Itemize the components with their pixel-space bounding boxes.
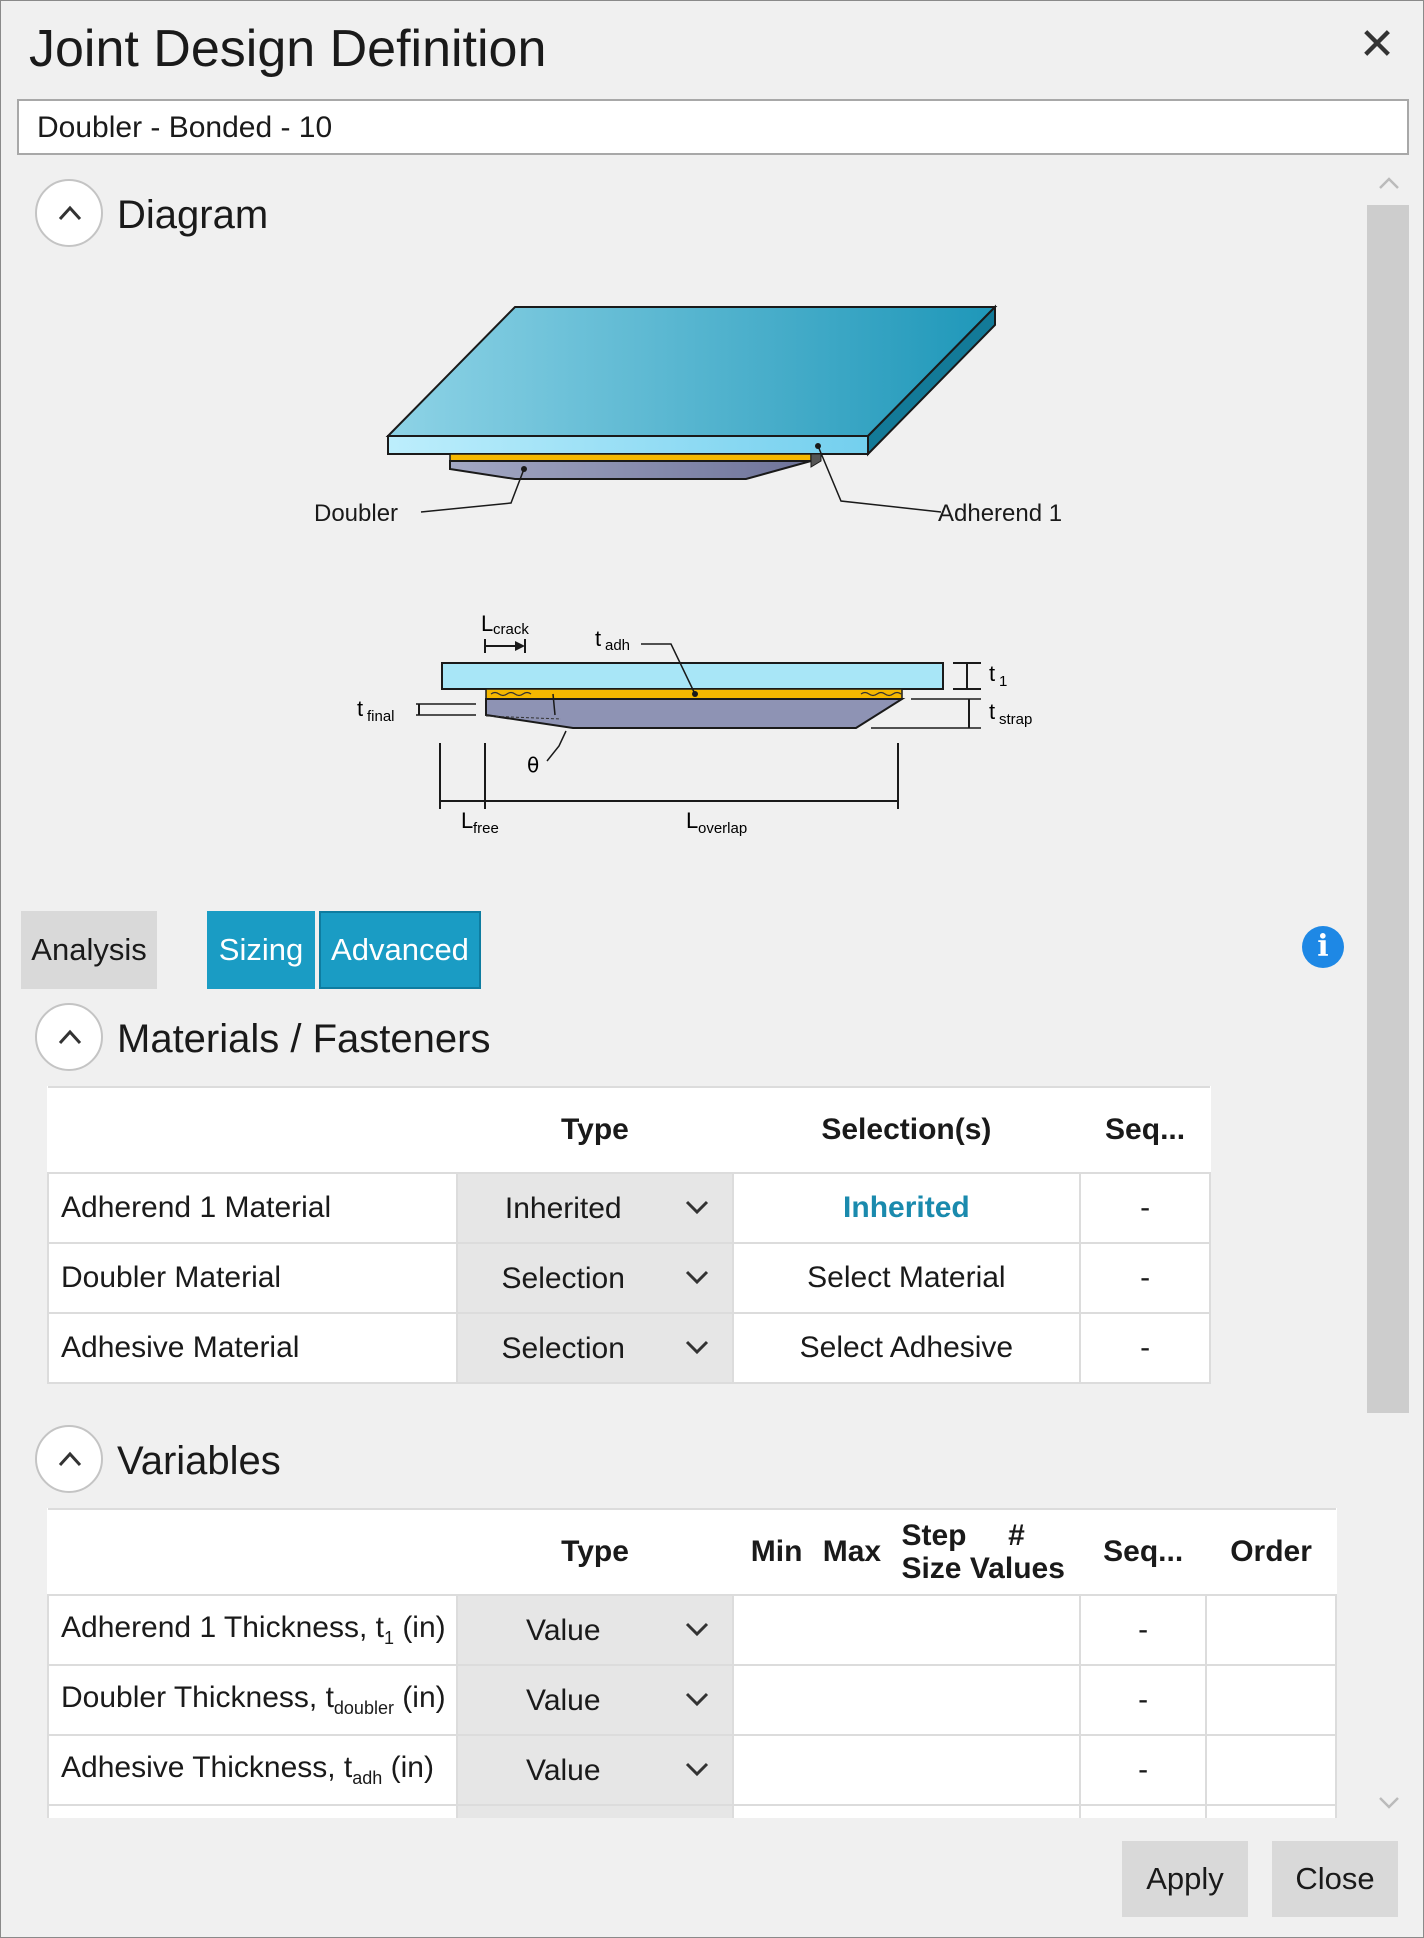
selection-link[interactable]: Inherited xyxy=(731,1172,1082,1244)
scroll-down-icon[interactable] xyxy=(1377,1791,1401,1815)
joint-design-dialog: Joint Design Definition ✕ Doubler - Bond… xyxy=(0,0,1424,1938)
range-cell[interactable] xyxy=(731,1734,1082,1806)
chevron-down-icon xyxy=(685,1340,708,1355)
svg-text:t: t xyxy=(989,661,995,686)
svg-text:crack: crack xyxy=(493,621,529,638)
svg-text:t: t xyxy=(357,696,363,721)
seq-cell: - xyxy=(1079,1594,1208,1666)
select-material-cell[interactable]: Select Material xyxy=(731,1242,1082,1314)
diagram-collapse-button[interactable] xyxy=(35,179,103,247)
chevron-down-icon xyxy=(685,1270,708,1285)
chevron-down-icon xyxy=(685,1762,708,1777)
info-icon[interactable]: i xyxy=(1302,926,1344,968)
chevron-down-icon xyxy=(685,1200,708,1215)
order-cell[interactable] xyxy=(1205,1664,1337,1736)
row-label: Adhesive Thickness, tadh (in) xyxy=(47,1734,459,1806)
svg-text:final: final xyxy=(367,708,395,725)
seq-cell: - xyxy=(1079,1172,1211,1244)
variables-table-viewport: Type Min Max Step # Size Values Seq... O… xyxy=(47,1508,1337,1818)
svg-text:strap: strap xyxy=(999,711,1032,728)
table-row: Adherend 1 Thickness, t1 (in) Value - xyxy=(47,1594,1337,1666)
svg-text:t: t xyxy=(595,626,601,651)
vertical-scrollbar[interactable] xyxy=(1367,205,1409,1413)
svg-text:overlap: overlap xyxy=(698,820,747,837)
svg-text:L: L xyxy=(461,808,473,833)
range-cell[interactable] xyxy=(731,1664,1082,1736)
dialog-title: Joint Design Definition xyxy=(29,20,547,78)
type-dropdown[interactable]: Selection xyxy=(456,1312,734,1384)
materials-header-blank xyxy=(48,1086,458,1174)
variables-header-order: Order xyxy=(1206,1508,1336,1596)
chevron-down-icon xyxy=(685,1692,708,1707)
chevron-up-icon xyxy=(58,1029,82,1045)
materials-header-selections: Selection(s) xyxy=(732,1086,1081,1174)
materials-section-title: Materials / Fasteners xyxy=(117,1017,491,1061)
scroll-up-icon[interactable] xyxy=(1377,171,1401,195)
svg-text:L: L xyxy=(481,611,493,636)
range-cell[interactable] xyxy=(731,1594,1082,1666)
type-dropdown[interactable]: Inherited xyxy=(456,1172,734,1244)
order-cell[interactable] xyxy=(1205,1734,1337,1806)
seq-cell: - xyxy=(1079,1312,1211,1384)
svg-text:free: free xyxy=(473,820,499,837)
select-adhesive-cell[interactable]: Select Adhesive xyxy=(731,1312,1082,1384)
type-dropdown[interactable]: Value xyxy=(456,1594,734,1666)
table-row: Doubler Thickness, tdoubler (in) Value - xyxy=(47,1664,1337,1736)
materials-header-seq[interactable]: Seq... xyxy=(1080,1086,1210,1174)
table-row: Doubler Material Selection Select Materi… xyxy=(46,1242,1211,1314)
row-label: Doubler Thickness, tdoubler (in) xyxy=(47,1664,459,1736)
chevron-up-icon xyxy=(58,1451,82,1467)
seq-cell: - xyxy=(1079,1242,1211,1314)
doubler-joint-diagram: Doubler Adherend 1 L crack t adh t 1 t s… xyxy=(314,304,1062,837)
variables-table: Type Min Max Step # Size Values Seq... O… xyxy=(47,1508,1337,1818)
row-label: Adhesive Material xyxy=(46,1312,459,1384)
diagram-section-title: Diagram xyxy=(117,193,269,237)
row-label: Adherend 1 Material xyxy=(46,1172,459,1244)
type-dropdown[interactable]: Selection xyxy=(456,1242,734,1314)
table-row: Adhesive Thickness, tadh (in) Value - xyxy=(47,1734,1337,1806)
close-icon[interactable]: ✕ xyxy=(1357,23,1397,67)
variables-header-range: Min Max Step # Size Values xyxy=(732,1508,1081,1596)
tab-sizing[interactable]: Sizing xyxy=(207,911,315,989)
tab-advanced[interactable]: Advanced xyxy=(319,911,481,989)
type-dropdown[interactable]: Value xyxy=(456,1734,734,1806)
apply-button[interactable]: Apply xyxy=(1122,1841,1248,1917)
svg-text:1: 1 xyxy=(999,673,1007,690)
tab-analysis[interactable]: Analysis xyxy=(21,911,157,989)
chevron-down-icon xyxy=(685,1622,708,1637)
table-row: Adhesive Material Selection Select Adhes… xyxy=(46,1312,1211,1384)
seq-cell: - xyxy=(1079,1734,1208,1806)
variables-header-blank xyxy=(48,1508,458,1596)
materials-header-type: Type xyxy=(457,1086,733,1174)
svg-text:θ: θ xyxy=(527,753,539,777)
type-dropdown[interactable]: Value xyxy=(456,1664,734,1736)
chevron-up-icon xyxy=(58,205,82,221)
design-name-field[interactable]: Doubler - Bonded - 10 xyxy=(17,99,1409,155)
variables-section-title: Variables xyxy=(117,1439,281,1483)
seq-cell: - xyxy=(1079,1664,1208,1736)
materials-table: Type Selection(s) Seq... Adherend 1 Mate… xyxy=(46,1086,1211,1384)
variables-header-type: Type xyxy=(457,1508,733,1596)
row-label: Doubler Material xyxy=(46,1242,459,1314)
variables-header-seq[interactable]: Seq... xyxy=(1080,1508,1207,1596)
table-row xyxy=(47,1804,1337,1818)
materials-collapse-button[interactable] xyxy=(35,1003,103,1071)
table-row: Adherend 1 Material Inherited Inherited … xyxy=(46,1172,1211,1244)
svg-text:t: t xyxy=(989,699,995,724)
close-button[interactable]: Close xyxy=(1272,1841,1398,1917)
svg-text:adh: adh xyxy=(605,637,630,654)
row-label: Adherend 1 Thickness, t1 (in) xyxy=(47,1594,459,1666)
variables-collapse-button[interactable] xyxy=(35,1425,103,1493)
svg-text:L: L xyxy=(686,808,698,833)
order-cell[interactable] xyxy=(1205,1594,1337,1666)
doubler-label: Doubler xyxy=(314,500,398,527)
adherend-label: Adherend 1 xyxy=(938,500,1062,527)
